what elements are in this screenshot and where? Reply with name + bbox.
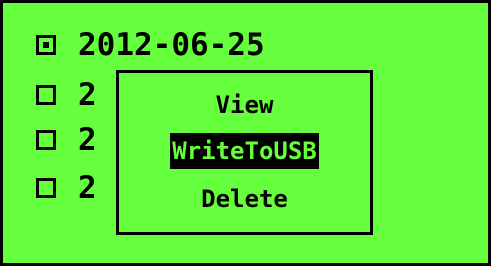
list-item-label: 2 bbox=[78, 170, 97, 206]
list-item[interactable]: 2012-06-25 bbox=[36, 28, 265, 62]
lcd-screen: 2012-06-25 2 2 2 View WriteToUSB Delete bbox=[0, 0, 491, 266]
checkbox-unchecked-icon[interactable] bbox=[36, 178, 56, 198]
list-item[interactable]: 2 bbox=[36, 123, 97, 157]
checkbox-unchecked-icon[interactable] bbox=[36, 130, 56, 150]
menu-item-view[interactable]: View bbox=[119, 87, 370, 123]
menu-item-label: View bbox=[215, 91, 274, 119]
checkbox-checked-icon[interactable] bbox=[36, 35, 56, 55]
menu-item-delete[interactable]: Delete bbox=[119, 181, 370, 217]
menu-item-write-to-usb[interactable]: WriteToUSB bbox=[119, 133, 370, 169]
list-item[interactable]: 2 bbox=[36, 78, 97, 112]
menu-item-label: WriteToUSB bbox=[170, 133, 319, 169]
list-item-label: 2 bbox=[78, 122, 97, 158]
list-item-label: 2012-06-25 bbox=[78, 27, 265, 63]
checkbox-unchecked-icon[interactable] bbox=[36, 85, 56, 105]
menu-item-label: Delete bbox=[201, 185, 288, 213]
list-item[interactable]: 2 bbox=[36, 171, 97, 205]
context-menu: View WriteToUSB Delete bbox=[116, 70, 373, 235]
list-item-label: 2 bbox=[78, 77, 97, 113]
